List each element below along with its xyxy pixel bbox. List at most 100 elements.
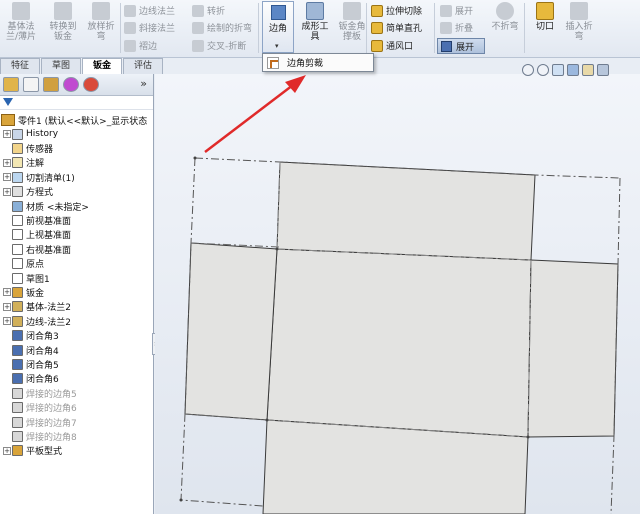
fold-button[interactable]: 折叠 (440, 20, 473, 35)
chevron-down-icon: ▾ (275, 42, 279, 50)
feature-icon (12, 445, 23, 457)
ribbon-separator (366, 3, 367, 53)
center-panel[interactable] (266, 248, 532, 438)
expand-icon[interactable]: + (3, 317, 11, 326)
command-manager-ribbon: 基体法 兰/薄片 转换到 钣金 放样折 弯 边线法兰 斜接法兰 褶边 转折 绘制… (0, 0, 640, 58)
tree-item[interactable]: 闭合角3 (0, 329, 154, 343)
corner-button[interactable]: 边角 ▾ (262, 1, 294, 53)
cross-break-button[interactable]: 交叉-折断 (192, 38, 246, 53)
expand-icon[interactable]: + (3, 446, 11, 455)
simple-hole-button[interactable]: 简单直孔 (371, 20, 422, 35)
top-flange[interactable] (276, 161, 536, 261)
lofted-bend-button[interactable]: 放样折 弯 (82, 2, 120, 50)
vertex-point (275, 247, 279, 251)
convert-to-sheet-metal-button[interactable]: 转换到 钣金 (44, 2, 82, 50)
base-flange-button[interactable]: 基体法 兰/薄片 (2, 2, 40, 50)
section-view-icon[interactable] (567, 64, 579, 76)
insert-bends-button[interactable]: 插入折 弯 (560, 2, 598, 50)
tree-item-label: 焊接的边角8 (26, 432, 77, 443)
fold-icon (440, 21, 452, 34)
corner-icon (271, 5, 286, 20)
expand-icon[interactable]: + (3, 288, 11, 297)
tree-item[interactable]: + 钣金 (0, 285, 154, 299)
tree-item[interactable]: 传感器 (0, 141, 154, 155)
feature-icon (12, 286, 23, 298)
feature-icon (12, 171, 23, 183)
tree-item-label: 闭合角3 (26, 332, 59, 343)
bottom-flange[interactable] (262, 419, 529, 514)
tree-item-label: 方程式 (26, 188, 54, 199)
configuration-manager-tab-icon[interactable] (43, 77, 59, 92)
forming-tool-button[interactable]: 成形工 具 (296, 2, 334, 50)
miter-flange-button[interactable]: 斜接法兰 (124, 20, 175, 35)
extruded-cut-button[interactable]: 拉伸切除 (371, 3, 422, 18)
tree-item[interactable]: 焊接的边角6 (0, 401, 154, 415)
graphics-viewport[interactable] (155, 74, 640, 514)
expand-icon[interactable]: + (3, 130, 11, 138)
tree-item[interactable]: + 切割清单(1) (0, 170, 154, 184)
vent-button[interactable]: 通风口 (371, 38, 413, 53)
gusset-icon (343, 2, 361, 20)
tree-item[interactable]: 闭合角6 (0, 372, 154, 386)
tree-item[interactable]: 上视基准面 (0, 228, 154, 242)
expand-icon[interactable]: + (3, 173, 11, 182)
tree-root-part[interactable]: 零件1 (默认<<默认>_显示状态 (1, 113, 155, 127)
view-orientation-icon[interactable] (582, 64, 594, 76)
tree-item[interactable]: 原点 (0, 257, 154, 271)
zoom-area-icon[interactable] (537, 64, 549, 76)
tree-item[interactable]: 焊接的边角7 (0, 415, 154, 429)
tab-sketch[interactable]: 草图 (41, 58, 82, 74)
display-manager-tab-icon[interactable] (83, 77, 99, 92)
feature-manager-tab-icon[interactable] (3, 77, 19, 92)
filter-bar[interactable] (0, 96, 153, 110)
expand-icon[interactable]: + (3, 158, 11, 167)
vent-icon (371, 39, 383, 52)
tree-item[interactable]: + 注解 (0, 156, 154, 170)
dimxpert-tab-icon[interactable] (63, 77, 79, 92)
sketched-bend-button[interactable]: 绘制的折弯 (192, 20, 252, 35)
left-flange[interactable] (184, 242, 278, 421)
expand-icon[interactable]: + (3, 187, 11, 196)
no-bends-button[interactable]: 不折弯 (486, 2, 524, 50)
tree-item[interactable]: + History (0, 127, 154, 141)
rip-button[interactable]: 切口 (526, 2, 564, 50)
edge-flange-button[interactable]: 边线法兰 (124, 3, 175, 18)
zoom-to-fit-icon[interactable] (522, 64, 534, 76)
flatten-button[interactable]: 展开 (437, 38, 485, 54)
tree-item[interactable]: 草图1 (0, 271, 154, 285)
tab-evaluate[interactable]: 评估 (123, 58, 164, 74)
tab-features[interactable]: 特征 (0, 58, 41, 74)
tree-item[interactable]: 焊接的边角8 (0, 429, 154, 443)
chevron-double-right-icon[interactable]: » (140, 77, 147, 90)
previous-view-icon[interactable] (552, 64, 564, 76)
feature-icon (12, 214, 23, 226)
tree-item[interactable]: + 方程式 (0, 185, 154, 199)
property-manager-tab-icon[interactable] (23, 77, 39, 92)
tree-item[interactable]: + 边线-法兰2 (0, 314, 154, 328)
unfold-button[interactable]: 展开 (440, 3, 473, 18)
tree-item[interactable]: + 平板型式 (0, 444, 154, 458)
tree-item[interactable]: 闭合角4 (0, 343, 154, 357)
right-flange[interactable] (527, 259, 619, 438)
tree-item[interactable]: 前视基准面 (0, 213, 154, 227)
corner-trim-menu-item[interactable]: 边角剪裁 (287, 56, 323, 69)
tree-item[interactable]: 右视基准面 (0, 242, 154, 256)
tree-item[interactable]: 闭合角5 (0, 357, 154, 371)
jog-icon (192, 4, 204, 17)
tree-item[interactable]: + 基体-法兰2 (0, 300, 154, 314)
tree-item-label: 边线-法兰2 (26, 317, 71, 328)
tree-item[interactable]: 焊接的边角5 (0, 386, 154, 400)
expand-icon[interactable]: + (3, 302, 11, 311)
jog-button[interactable]: 转折 (192, 3, 225, 18)
hem-button[interactable]: 褶边 (124, 38, 157, 53)
simple-hole-icon (371, 21, 383, 34)
display-style-icon[interactable] (597, 64, 609, 76)
feature-icon (12, 157, 23, 169)
ribbon-separator (120, 3, 121, 53)
tab-sheet-metal[interactable]: 钣金 (82, 58, 123, 74)
tree-item[interactable]: 材质 <未指定> (0, 199, 154, 213)
